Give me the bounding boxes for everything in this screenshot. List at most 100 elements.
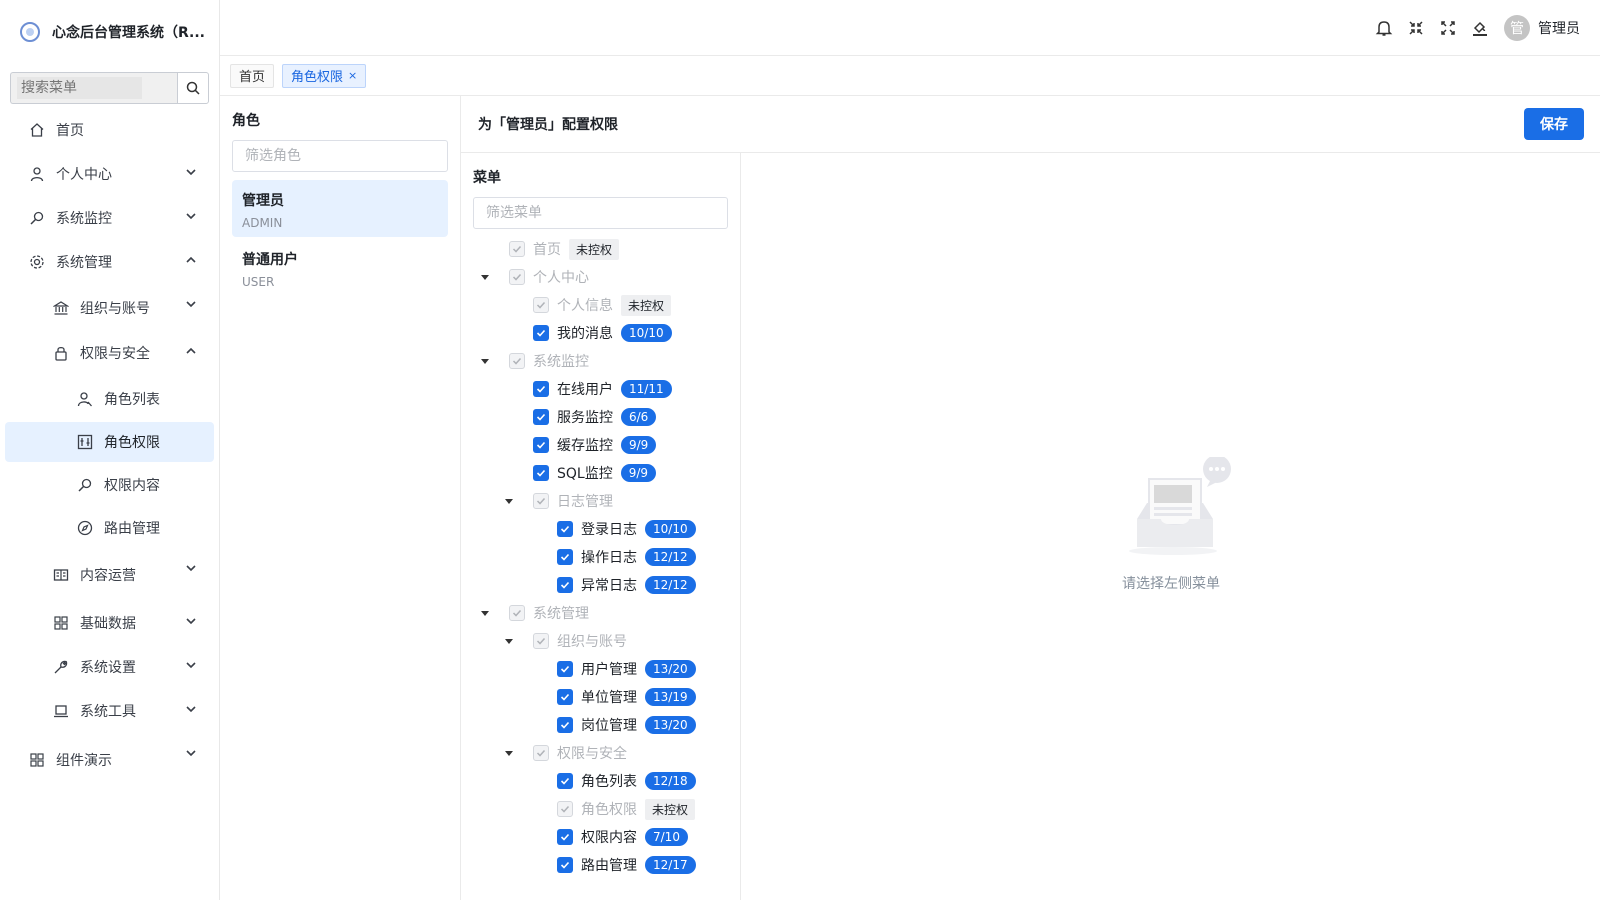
checkbox-disabled	[533, 493, 549, 509]
count-badge: 12/12	[645, 576, 696, 594]
tree-node[interactable]: 路由管理 12/17	[473, 851, 728, 879]
checkbox-checked[interactable]	[533, 325, 549, 341]
tree-node-label: 我的消息	[557, 326, 613, 342]
permission-title: 为「管理员」配置权限	[478, 117, 618, 133]
tree-node[interactable]: 权限与安全	[473, 739, 728, 767]
brand[interactable]: 心念后台管理系统（R...	[0, 0, 219, 64]
sidebar-item-permission-content[interactable]: 权限内容	[0, 462, 219, 508]
tree-node-label: 操作日志	[581, 550, 637, 566]
role-item-admin[interactable]: 管理员 ADMIN	[232, 180, 448, 237]
sidebar-item-monitor[interactable]: 系统监控	[0, 196, 219, 240]
tab-label: 角色权限	[291, 70, 344, 85]
role-filter-input[interactable]	[232, 140, 448, 172]
checkbox-checked[interactable]	[557, 661, 573, 677]
theme-icon[interactable]	[1464, 12, 1496, 44]
tree-node-label: SQL监控	[557, 466, 613, 482]
tree-node[interactable]: 个人中心	[473, 263, 728, 291]
sidebar-item-base-data[interactable]: 基础数据	[0, 601, 219, 645]
sidebar-item-tools[interactable]: 系统工具	[0, 689, 219, 733]
checkbox-checked[interactable]	[533, 381, 549, 397]
tree-node[interactable]: 登录日志 10/10	[473, 515, 728, 543]
search-button[interactable]	[177, 72, 209, 104]
checkbox-checked[interactable]	[557, 857, 573, 873]
sidebar-item-label: 基础数据	[80, 616, 136, 632]
search-box	[10, 72, 177, 104]
tree-node-label: 在线用户	[557, 382, 613, 398]
count-badge: 10/10	[645, 520, 696, 538]
role-section-title: 角色	[232, 113, 260, 129]
role-code: ADMIN	[242, 216, 283, 230]
sidebar-item-personal[interactable]: 个人中心	[0, 152, 219, 196]
avatar[interactable]: 管	[1504, 15, 1530, 41]
sidebar-item-components[interactable]: 组件演示	[0, 733, 219, 786]
caret-down-icon[interactable]	[505, 751, 513, 756]
sidebar-item-settings[interactable]: 系统设置	[0, 645, 219, 689]
checkbox-checked[interactable]	[557, 773, 573, 789]
sidebar-item-content[interactable]: 内容运营	[0, 548, 219, 601]
save-button[interactable]: 保存	[1524, 108, 1584, 140]
username[interactable]: 管理员	[1538, 18, 1580, 38]
caret-down-icon[interactable]	[505, 499, 513, 504]
chevron-down-icon	[186, 618, 196, 625]
tree-node-label: 角色列表	[581, 774, 637, 790]
tree-node-label: 路由管理	[581, 858, 637, 874]
tree-node[interactable]: 角色列表 12/18	[473, 767, 728, 795]
sidebar-item-org[interactable]: 组织与账号	[0, 284, 219, 331]
tab-home[interactable]: 首页	[230, 63, 275, 88]
checkbox-checked[interactable]	[557, 521, 573, 537]
menu-filter-input[interactable]	[473, 197, 728, 229]
role-name: 普通用户	[242, 252, 298, 268]
checkbox-checked[interactable]	[557, 717, 573, 733]
caret-down-icon[interactable]	[505, 639, 513, 644]
tree-node[interactable]: 系统管理	[473, 599, 728, 627]
tree-node[interactable]: 异常日志 12/12	[473, 571, 728, 599]
tree-node[interactable]: 系统监控	[473, 347, 728, 375]
role-item-user[interactable]: 普通用户 USER	[232, 239, 448, 296]
count-badge: 12/12	[645, 548, 696, 566]
tree-node[interactable]: 在线用户 11/11	[473, 375, 728, 403]
tree-node[interactable]: 缓存监控 9/9	[473, 431, 728, 459]
tree-node[interactable]: 组织与账号	[473, 627, 728, 655]
tree-node-label: 权限内容	[581, 830, 637, 846]
caret-down-icon[interactable]	[481, 611, 489, 616]
fullscreen-icon[interactable]	[1432, 12, 1464, 44]
tree-node[interactable]: 岗位管理 13/20	[473, 711, 728, 739]
sidebar-item-role-list[interactable]: 角色列表	[0, 375, 219, 422]
sidebar-item-security[interactable]: 权限与安全	[0, 331, 219, 375]
tree-node[interactable]: 单位管理 13/19	[473, 683, 728, 711]
tree-node-label: 个人中心	[533, 270, 589, 286]
collapse-icon[interactable]	[1400, 12, 1432, 44]
tree-node[interactable]: 用户管理 13/20	[473, 655, 728, 683]
sidebar-item-home[interactable]: 首页	[0, 108, 219, 152]
tree-node: 个人信息 未控权	[473, 291, 728, 319]
checkbox-checked[interactable]	[533, 437, 549, 453]
caret-down-icon[interactable]	[481, 275, 489, 280]
sidebar-item-route[interactable]: 路由管理	[0, 508, 219, 548]
tree-node[interactable]: 我的消息 10/10	[473, 319, 728, 347]
bell-icon[interactable]	[1368, 12, 1400, 44]
tree-node[interactable]: 操作日志 12/12	[473, 543, 728, 571]
gear-icon	[28, 253, 46, 271]
tree-node[interactable]: 服务监控 6/6	[473, 403, 728, 431]
search-input[interactable]	[17, 77, 142, 99]
sidebar-item-role-permission[interactable]: 角色权限	[5, 422, 214, 462]
tree-node[interactable]: SQL监控 9/9	[473, 459, 728, 487]
checkbox-checked[interactable]	[533, 409, 549, 425]
tree-node-label: 单位管理	[581, 690, 637, 706]
tab-role-permission[interactable]: 角色权限 ×	[282, 63, 367, 88]
checkbox-checked[interactable]	[557, 549, 573, 565]
sidebar-item-system[interactable]: 系统管理	[0, 240, 219, 284]
tree-node[interactable]: 日志管理	[473, 487, 728, 515]
app-title: 心念后台管理系统（R...	[52, 25, 205, 41]
sidebar-item-label: 权限内容	[104, 478, 160, 494]
caret-down-icon[interactable]	[481, 359, 489, 364]
checkbox-checked[interactable]	[557, 577, 573, 593]
close-icon[interactable]: ×	[348, 69, 357, 82]
checkbox-checked[interactable]	[557, 829, 573, 845]
checkbox-checked[interactable]	[533, 465, 549, 481]
tree-node[interactable]: 权限内容 7/10	[473, 823, 728, 851]
status-badge: 未控权	[569, 238, 620, 260]
count-badge: 10/10	[621, 324, 672, 342]
checkbox-checked[interactable]	[557, 689, 573, 705]
menu-tree-panel: 菜单 首页 未控权 个人中心 个人信息 未控权 我的消息 10/1	[461, 153, 741, 900]
